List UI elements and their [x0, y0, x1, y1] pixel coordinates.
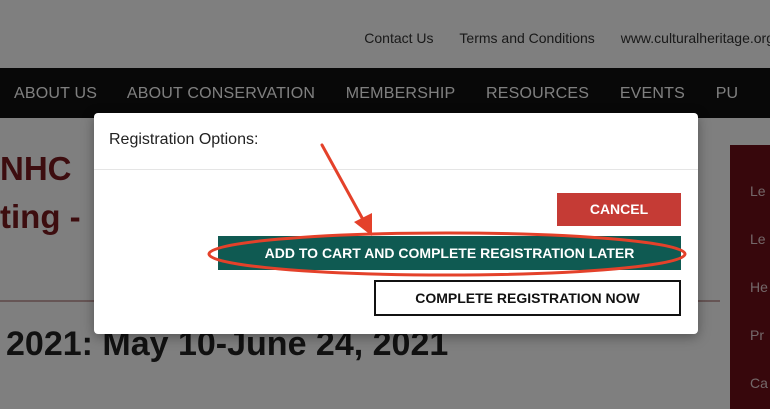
cancel-button[interactable]: CANCEL — [557, 193, 681, 226]
registration-options-dialog: Registration Options: CANCEL ADD TO CART… — [94, 113, 698, 334]
dialog-title: Registration Options: — [109, 131, 259, 148]
add-to-cart-button[interactable]: ADD TO CART AND COMPLETE REGISTRATION LA… — [218, 236, 681, 270]
page: Contact Us Terms and Conditions www.cult… — [0, 0, 770, 409]
dialog-header: Registration Options: — [94, 113, 698, 170]
complete-registration-button[interactable]: COMPLETE REGISTRATION NOW — [374, 280, 681, 316]
